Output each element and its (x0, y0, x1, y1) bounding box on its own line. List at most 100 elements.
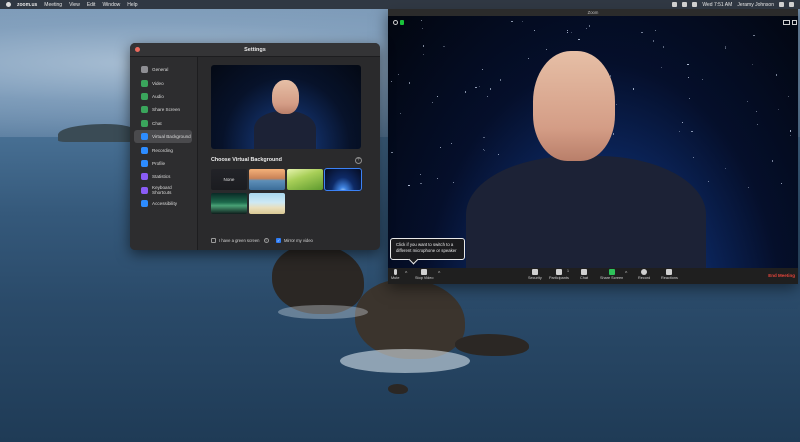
sidebar-item-statistics[interactable]: Statistics (134, 170, 192, 183)
mute-button[interactable]: Mute (391, 269, 399, 280)
clock[interactable]: Wed 7:51 AM (702, 2, 732, 8)
menu-edit[interactable]: Edit (87, 2, 96, 8)
video-camera-icon (141, 79, 148, 87)
background-thumbnail-label (287, 169, 323, 190)
sidebar-item-label: Profile (152, 160, 166, 166)
menu-meeting[interactable]: Meeting (44, 2, 62, 8)
background-thumbnail[interactable] (211, 193, 247, 214)
sidebar-item-general[interactable]: General (134, 63, 192, 76)
close-window-button[interactable] (135, 47, 140, 52)
sidebar-item-keyboard-shortcuts[interactable]: Keyboard Shortcuts (134, 184, 192, 197)
background-thumbnail-label (211, 193, 247, 214)
virtual-background-panel: Choose Virtual Background + None I have … (199, 57, 380, 250)
participants-icon (555, 269, 562, 275)
reactions-icon (666, 269, 673, 275)
sidebar-item-chat[interactable]: Chat (134, 117, 192, 130)
sidebar-item-audio[interactable]: Audio (134, 90, 192, 103)
security-shield-icon (531, 269, 538, 275)
toolbar-button-label: Share Screen (600, 276, 624, 280)
zoom-titlebar: Zoom (388, 9, 798, 16)
background-thumbnail[interactable] (249, 169, 285, 190)
person-silhouette (211, 65, 361, 149)
toolbar-button-label: Security (528, 276, 542, 280)
menu-user[interactable]: Jeramy Johnson (737, 2, 774, 8)
record-button[interactable]: Record (638, 269, 650, 280)
accessibility-icon (141, 200, 148, 208)
toolbar-button-label: Reactions (661, 276, 678, 280)
menu-help[interactable]: Help (127, 2, 137, 8)
record-icon (641, 269, 648, 275)
control-center-icon[interactable] (789, 2, 794, 7)
sidebar-item-accessibility[interactable]: Accessibility (134, 197, 192, 210)
background-thumbnail[interactable]: None (211, 169, 247, 190)
chat-button[interactable]: Chat (580, 269, 588, 280)
settings-sidebar: General Video Audio Share Screen Chat Virtual… (130, 57, 198, 250)
green-screen-checkbox[interactable] (211, 238, 216, 243)
share-options-caret-icon[interactable]: ^ (625, 271, 627, 277)
end-meeting-button[interactable]: End Meeting (768, 273, 795, 278)
participants-button[interactable]: Participants 1 (549, 269, 569, 280)
menu-view[interactable]: View (69, 2, 80, 8)
background-thumbnail-label: None (223, 177, 235, 182)
settings-title: Settings (244, 46, 266, 53)
mirror-checkbox[interactable]: ✓ (276, 238, 281, 243)
sidebar-item-label: Video (152, 80, 164, 86)
wifi-icon[interactable] (682, 2, 688, 7)
headphones-icon (141, 92, 148, 100)
sidebar-item-share-screen[interactable]: Share Screen (134, 103, 192, 116)
sidebar-item-video[interactable]: Video (134, 76, 192, 89)
sidebar-item-label: Recording (152, 147, 173, 153)
wallpaper-headland (58, 124, 136, 142)
sidebar-item-label: Keyboard Shortcuts (152, 185, 172, 196)
meeting-toolbar: End Meeting Mute Stop Video Security Partic… (388, 268, 798, 284)
sidebar-item-label: Accessibility (152, 201, 178, 207)
video-preview (211, 65, 361, 149)
sidebar-item-profile[interactable]: Profile (134, 157, 192, 170)
toolbar-button-label: Stop Video (415, 276, 434, 280)
sidebar-item-label: Audio (152, 93, 164, 99)
choose-background-label: Choose Virtual Background (211, 157, 282, 163)
stop-video-button[interactable]: Stop Video (415, 269, 434, 280)
sidebar-item-label: Share Screen (152, 107, 181, 113)
profile-icon (141, 159, 148, 167)
share-screen-button[interactable]: Share Screen (600, 269, 623, 280)
chat-icon (141, 119, 148, 127)
mute-options-caret-icon[interactable]: ^ (405, 271, 407, 277)
menu-bar: zoom.us Meeting View Edit Window Help We… (0, 0, 800, 9)
status-icon[interactable] (672, 2, 678, 7)
sidebar-item-recording[interactable]: Recording (134, 143, 192, 156)
add-background-button[interactable]: + (355, 157, 362, 164)
background-thumbnail[interactable] (287, 169, 323, 190)
app-menu[interactable]: zoom.us (17, 2, 37, 8)
background-thumbnail[interactable] (324, 168, 362, 191)
toolbar-button-label: Record (638, 276, 651, 280)
toolbar-button-label: Participants (549, 276, 569, 280)
settings-titlebar: Settings (130, 43, 380, 57)
video-options-caret-icon[interactable]: ^ (438, 271, 440, 277)
reactions-button[interactable]: Reactions (661, 269, 678, 280)
battery-icon[interactable] (692, 2, 698, 7)
settings-window: Settings General Video Audio Share Screen Ch… (130, 43, 380, 250)
sidebar-item-label: Chat (152, 120, 162, 126)
wallpaper-island (455, 334, 529, 356)
green-screen-row: I have a green screen ? (211, 238, 269, 243)
apple-icon[interactable] (6, 2, 11, 7)
toolbar-button-label: Chat (580, 276, 589, 280)
sidebar-item-label: Statistics (152, 174, 171, 180)
wallpaper-foam (340, 349, 470, 373)
security-button[interactable]: Security (528, 269, 542, 280)
share-screen-icon (141, 106, 148, 114)
participants-count-badge: 1 (567, 269, 569, 273)
virtual-background-icon (141, 133, 148, 141)
search-icon[interactable] (779, 2, 784, 7)
audio-tooltip: Click if you want to switch to a differe… (390, 238, 465, 260)
statistics-icon (141, 173, 148, 181)
help-icon[interactable]: ? (263, 238, 269, 243)
sidebar-item-label: General (152, 67, 169, 73)
video-feed (388, 16, 798, 275)
background-thumbnail[interactable] (249, 193, 285, 214)
sidebar-item-virtual-background[interactable]: Virtual Background (134, 129, 192, 144)
chat-icon (581, 269, 588, 275)
menu-window[interactable]: Window (102, 2, 120, 8)
wallpaper-island (388, 384, 408, 394)
